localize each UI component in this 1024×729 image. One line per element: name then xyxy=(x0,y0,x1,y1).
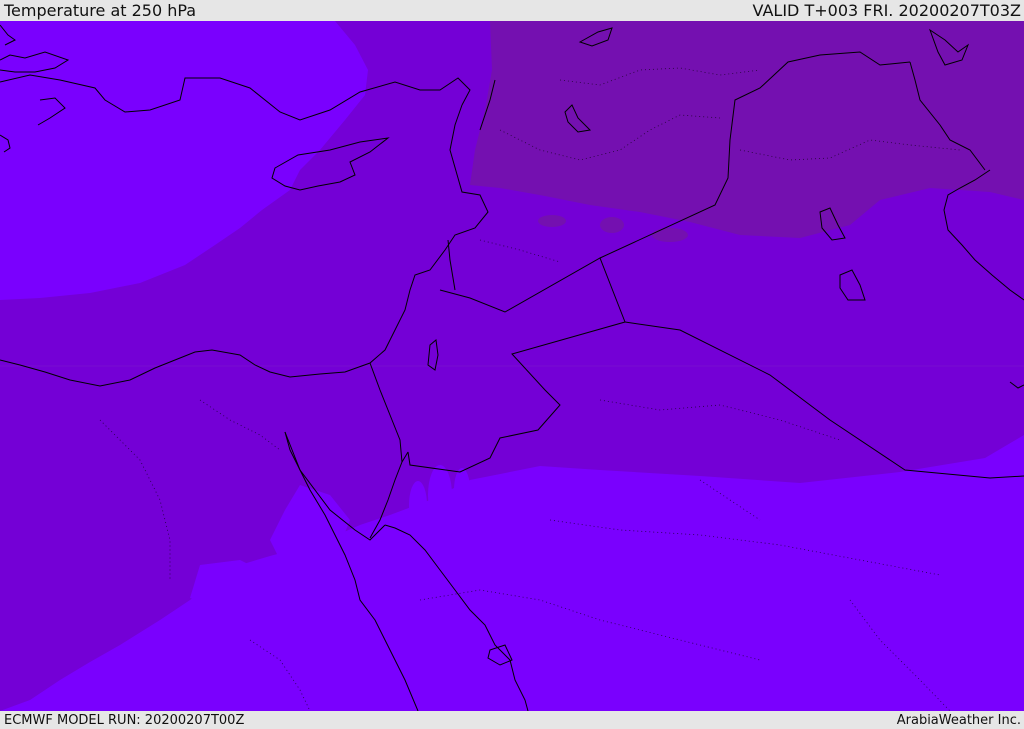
map-title: Temperature at 250 hPa xyxy=(4,1,197,20)
credit: ArabiaWeather Inc. xyxy=(896,712,1021,728)
valid-time: VALID T+003 FRI. 20200207T03Z xyxy=(752,1,1021,20)
temp-band-dark-patch xyxy=(538,215,566,227)
temperature-map xyxy=(0,21,1024,711)
map-header: Temperature at 250 hPa VALID T+003 FRI. … xyxy=(0,0,1024,21)
temp-band-light-intrusion xyxy=(454,468,470,512)
temp-band-dark-patch xyxy=(652,228,688,242)
map-canvas xyxy=(0,21,1024,711)
model-run: ECMWF MODEL RUN: 20200207T00Z xyxy=(4,712,245,728)
temp-band-dark-patch xyxy=(600,217,624,233)
temp-band-light-intrusion xyxy=(428,465,452,525)
map-footer: ECMWF MODEL RUN: 20200207T00Z ArabiaWeat… xyxy=(0,711,1024,729)
temp-band-light-intrusion xyxy=(409,481,427,529)
